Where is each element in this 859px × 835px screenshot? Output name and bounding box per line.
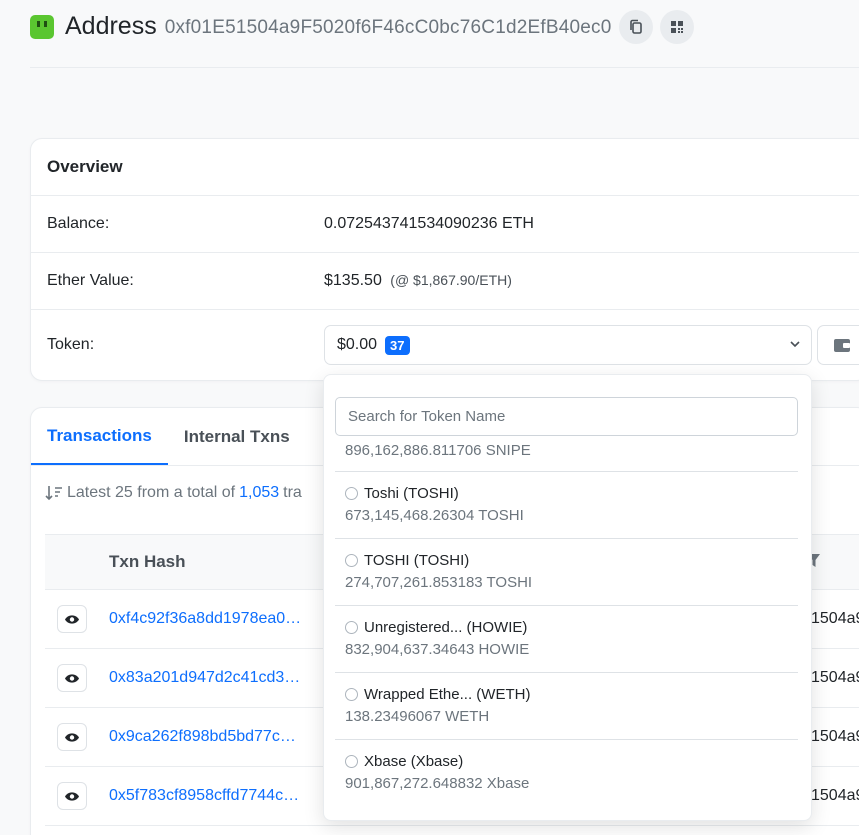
ether-rate: (@ $1,867.90/ETH) [390,272,512,288]
chevron-down-icon [790,341,800,348]
eye-icon [65,673,79,683]
view-tx-button[interactable] [57,723,87,751]
token-row: Token: $0.00 37 [31,310,859,380]
token-amount: 832,904,637.34643 HOWIE [345,641,530,658]
tx-address-cell[interactable]: 1504a9 [811,787,859,805]
token-amount: 673,145,468.26304 TOSHI [345,507,524,524]
token-name: Xbase (Xbase) [364,753,464,770]
tab-transactions[interactable]: Transactions [31,408,168,465]
view-tx-button[interactable] [57,664,87,692]
token-name: Wrapped Ethe... (WETH) [364,686,531,703]
token-placeholder-icon [345,688,358,701]
ether-value-row: Ether Value: $135.50 (@ $1,867.90/ETH) [31,253,859,310]
token-placeholder-icon [345,755,358,768]
list-item[interactable]: Xbase (Xbase) 901,867,272.648832 Xbase [335,740,798,807]
ether-usd-value: $135.50 [324,272,382,289]
token-name: Unregistered... (HOWIE) [364,619,528,636]
list-item[interactable]: 896,162,886.811706 SNIPE [335,442,798,472]
token-total-value: $0.00 [337,336,378,353]
tx-hash-link[interactable]: 0x5f783cf8958cffd7744c… [109,787,324,805]
list-item[interactable]: TOSHI (TOSHI) 274,707,261.853183 TOSHI [335,539,798,606]
tx-summary-prefix: Latest 25 from a total of [67,484,236,501]
ether-value: $135.50 (@ $1,867.90/ETH) [324,272,512,290]
tx-summary-suffix: tra [283,484,302,501]
view-tx-button[interactable] [57,782,87,810]
token-wallet-button[interactable] [817,325,859,365]
copy-icon [629,19,642,34]
page-header: Address 0xf01E51504a9F5020f6F46cC0bc76C1… [30,9,859,68]
eye-icon [65,791,79,801]
page-title: Address [65,12,157,40]
qr-code-button[interactable] [659,9,694,44]
list-item[interactable]: Toshi (TOSHI) 673,145,468.26304 TOSHI [335,472,798,539]
tx-hash-link[interactable]: 0x9ca262f898bd5bd77c… [109,728,324,746]
token-search-input[interactable] [335,397,798,436]
balance-row: Balance: 0.072543741534090236 ETH [31,196,859,253]
token-dropdown-menu: 896,162,886.811706 SNIPE Toshi (TOSHI) 6… [323,374,812,821]
eye-icon [65,614,79,624]
tx-hash-link[interactable]: 0xf4c92f36a8dd1978ea0… [109,610,324,628]
balance-label: Balance: [47,215,110,232]
token-label: Token: [47,336,95,353]
wallet-icon [834,338,850,352]
token-list[interactable]: 896,162,886.811706 SNIPE Toshi (TOSHI) 6… [335,442,798,820]
token-amount: 274,707,261.853183 TOSHI [345,574,533,591]
view-tx-button[interactable] [57,605,87,633]
ether-value-label: Ether Value: [47,272,134,289]
tx-address-cell[interactable]: 1504a9 [811,669,859,687]
sort-desc-icon [45,486,62,501]
token-name: Toshi (TOSHI) [364,485,459,502]
address-hash: 0xf01E51504a9F5020f6F46cC0bc76C1d2EfB40e… [164,16,612,38]
column-txn-hash: Txn Hash [109,552,186,571]
tx-total-link[interactable]: 1,053 [239,484,279,502]
token-amount: 896,162,886.811706 SNIPE [345,442,531,459]
list-item[interactable]: Unregistered... (HOWIE) 832,904,637.3464… [335,606,798,673]
tx-address-cell[interactable]: 1504a9 [811,610,859,628]
qr-code-icon [670,20,683,33]
list-item[interactable]: Wrapped Ethe... (WETH) 138.23496067 WETH [335,673,798,740]
tx-address-cell[interactable]: 1504a9 [811,728,859,746]
token-count-badge: 37 [385,335,410,355]
token-placeholder-icon [345,554,358,567]
token-holdings-dropdown[interactable]: $0.00 37 [324,325,812,365]
token-amount: 138.23496067 WETH [345,708,490,725]
eye-icon [65,732,79,742]
copy-address-button[interactable] [618,9,653,44]
tab-internal-txns[interactable]: Internal Txns [168,408,306,465]
token-name: TOSHI (TOSHI) [364,552,470,569]
overview-title: Overview [31,139,859,196]
token-amount: 901,867,272.648832 Xbase [345,775,530,792]
balance-value: 0.072543741534090236 ETH [324,215,534,232]
token-placeholder-icon [345,487,358,500]
token-placeholder-icon [345,621,358,634]
tx-hash-link[interactable]: 0x83a201d947d2c41cd3… [109,669,324,687]
tx-summary: Latest 25 from a total of 1,053 tra [45,484,302,502]
address-avatar-icon [30,14,54,39]
overview-card: Overview Balance: 0.072543741534090236 E… [30,138,859,381]
